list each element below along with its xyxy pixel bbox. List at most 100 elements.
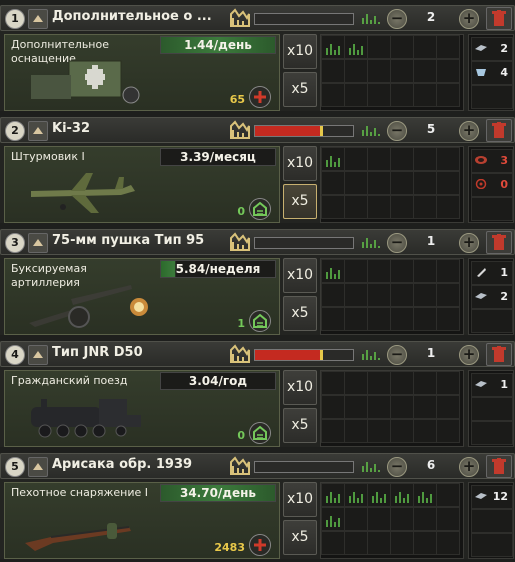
factory-slot-empty (436, 35, 460, 59)
delete-production-button[interactable] (486, 231, 512, 254)
resource-slot: 4 (471, 61, 513, 85)
remove-factory-button[interactable]: − (387, 9, 407, 29)
resource-panel: 3 0 (468, 146, 514, 223)
production-line-3[interactable]: 3 75-мм пушка Тип 95 − 1 + Буксируемая а… (0, 229, 515, 335)
production-rate: 1.44/день (160, 36, 276, 54)
factory-slot-empty (390, 83, 414, 107)
resource-slot: 2 (471, 37, 513, 61)
factory-slot-empty (321, 195, 345, 219)
factory-slot-empty (367, 395, 391, 419)
stockpile-count: 0 (237, 429, 245, 442)
equipment-info-panel[interactable]: Пехотное снаряжение I 34.70/день 2483 (4, 482, 280, 559)
delete-production-button[interactable] (486, 343, 512, 366)
resource-slot-empty (471, 397, 513, 421)
production-line-1[interactable]: 1 Дополнительное о ... − 2 + Дополнитель… (0, 5, 515, 111)
equipment-type-name: Пехотное снаряжение I (11, 486, 148, 499)
factory-slot-filled (321, 259, 345, 283)
factory-efficiency-icon (230, 120, 250, 139)
move-up-icon[interactable] (28, 233, 48, 253)
multiplier-x5-button[interactable]: x5 (283, 184, 317, 219)
equipment-info-panel[interactable]: Буксируемая артиллерия 5.84/неделя 1 (4, 258, 280, 335)
trash-icon (492, 10, 506, 26)
multiplier-x10-button[interactable]: x10 (283, 34, 317, 69)
move-up-icon[interactable] (28, 9, 48, 29)
add-factory-button[interactable]: + (459, 121, 479, 141)
add-factory-button[interactable]: + (459, 9, 479, 29)
add-factory-button[interactable]: + (459, 345, 479, 365)
efficiency-marker (319, 126, 323, 136)
remove-factory-button[interactable]: − (387, 345, 407, 365)
factory-slot-empty (344, 59, 368, 83)
factory-slot-empty (344, 307, 368, 331)
factory-slot-empty (321, 171, 345, 195)
resource-slot: 12 (471, 485, 513, 509)
factory-slot-empty (436, 507, 460, 531)
multiplier-x10-button[interactable]: x10 (283, 258, 317, 293)
remove-factory-button[interactable]: − (387, 457, 407, 477)
production-rate: 5.84/неделя (160, 260, 276, 278)
factory-slot-empty (390, 171, 414, 195)
equipment-type-name: Гражданский поезд (11, 374, 128, 387)
priority-number: 4 (5, 345, 25, 365)
resource-slot: 0 (471, 173, 513, 197)
multiplier-x10-button[interactable]: x10 (283, 482, 317, 517)
delete-production-button[interactable] (486, 455, 512, 478)
stockpile-icon (249, 86, 271, 108)
factory-slot-empty (344, 283, 368, 307)
delete-production-button[interactable] (486, 7, 512, 30)
factory-slot-empty (436, 259, 460, 283)
multiplier-x10-button[interactable]: x10 (283, 146, 317, 181)
production-graph-icon (362, 14, 380, 24)
factory-count: 1 (426, 346, 436, 360)
multiplier-x5-button[interactable]: x5 (283, 408, 317, 443)
factory-slot-empty (344, 195, 368, 219)
resource-slot: 1 (471, 373, 513, 397)
factory-slot-empty (390, 395, 414, 419)
equipment-info-panel[interactable]: Дополнительное оснащение 1.44/день 65 (4, 34, 280, 111)
factory-slot-empty (413, 59, 437, 83)
factory-slot-empty (390, 147, 414, 171)
factory-slot-empty (344, 171, 368, 195)
resource-panel: 1 2 (468, 258, 514, 335)
equipment-variant-title: Тип JNR D50 (52, 345, 143, 360)
factory-slot-filled (344, 483, 368, 507)
delete-production-button[interactable] (486, 119, 512, 142)
efficiency-bar (254, 461, 354, 473)
factory-slot-empty (321, 59, 345, 83)
move-up-icon[interactable] (28, 121, 48, 141)
production-line-2[interactable]: 2 Ki-32 − 5 + Штурмовик I 3.39/месяц 0 x… (0, 117, 515, 223)
add-factory-button[interactable]: + (459, 457, 479, 477)
resource-amount: 2 (500, 290, 508, 303)
factory-slot-empty (390, 531, 414, 555)
multiplier-x5-button[interactable]: x5 (283, 72, 317, 107)
factory-efficiency-icon (230, 344, 250, 363)
resource-panel: 12 (468, 482, 514, 559)
factory-efficiency-icon (230, 456, 250, 475)
factory-slot-empty (321, 307, 345, 331)
production-line-5[interactable]: 5 Арисака обр. 1939 − 6 + Пехотное снаря… (0, 453, 515, 559)
trash-icon (492, 346, 506, 362)
resource-amount: 1 (500, 266, 508, 279)
move-up-icon[interactable] (28, 457, 48, 477)
resource-slot: 2 (471, 285, 513, 309)
factory-count: 6 (426, 458, 436, 472)
priority-number: 2 (5, 121, 25, 141)
steel-icon (475, 493, 487, 499)
multiplier-x10-button[interactable]: x10 (283, 370, 317, 405)
factory-slot-empty (413, 83, 437, 107)
multiplier-x5-button[interactable]: x5 (283, 296, 317, 331)
factory-slot-empty (367, 507, 391, 531)
multiplier-x5-button[interactable]: x5 (283, 520, 317, 555)
remove-factory-button[interactable]: − (387, 121, 407, 141)
factory-slot-empty (413, 147, 437, 171)
production-line-4[interactable]: 4 Тип JNR D50 − 1 + Гражданский поезд 3.… (0, 341, 515, 447)
move-up-icon[interactable] (28, 345, 48, 365)
equipment-info-panel[interactable]: Штурмовик I 3.39/месяц 0 (4, 146, 280, 223)
resource-slot: 1 (471, 261, 513, 285)
factory-slot-empty (367, 171, 391, 195)
equipment-info-panel[interactable]: Гражданский поезд 3.04/год 0 (4, 370, 280, 447)
efficiency-bar (254, 349, 354, 361)
remove-factory-button[interactable]: − (387, 233, 407, 253)
add-factory-button[interactable]: + (459, 233, 479, 253)
stockpile-icon (249, 534, 271, 556)
